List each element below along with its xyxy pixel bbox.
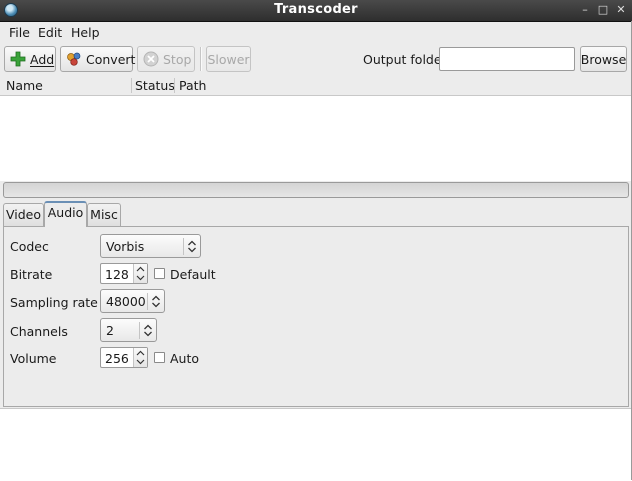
sampling-rate-label: Sampling rate bbox=[10, 295, 98, 310]
tab-video[interactable]: Video bbox=[3, 203, 44, 227]
audio-settings-panel bbox=[3, 226, 629, 407]
sampling-rate-value: 48000 bbox=[106, 294, 146, 309]
slower-button-label: Slower bbox=[207, 51, 250, 67]
maximize-icon[interactable]: □ bbox=[596, 3, 610, 17]
file-list-header: Name Status Path bbox=[0, 76, 632, 96]
codec-combobox[interactable]: Vorbis bbox=[100, 234, 201, 258]
window-title: Transcoder bbox=[274, 2, 358, 17]
menu-bar: File Edit Help bbox=[0, 22, 632, 43]
updown-arrows-icon bbox=[147, 293, 164, 310]
sampling-rate-combobox[interactable]: 48000 bbox=[100, 289, 165, 313]
bitrate-spinbox[interactable]: 128 bbox=[100, 263, 148, 284]
convert-icon bbox=[66, 51, 82, 67]
menu-help[interactable]: Help bbox=[71, 25, 100, 40]
browse-button[interactable]: Browse bbox=[580, 46, 627, 72]
convert-button-label: Convert bbox=[86, 51, 136, 67]
add-button[interactable]: Add bbox=[4, 46, 56, 72]
progress-bar bbox=[3, 182, 629, 198]
column-name[interactable]: Name bbox=[6, 78, 43, 93]
column-path[interactable]: Path bbox=[179, 78, 206, 93]
channels-value: 2 bbox=[106, 323, 114, 338]
updown-arrows-icon bbox=[183, 238, 200, 255]
convert-button[interactable]: Convert bbox=[60, 46, 136, 72]
volume-value: 256 bbox=[105, 351, 129, 366]
minimize-icon[interactable]: – bbox=[578, 3, 592, 17]
auto-checkbox[interactable] bbox=[154, 352, 165, 363]
stop-icon bbox=[143, 51, 159, 67]
channels-label: Channels bbox=[10, 324, 68, 339]
volume-spinbox[interactable]: 256 bbox=[100, 347, 148, 368]
tab-audio[interactable]: Audio bbox=[44, 201, 87, 227]
slower-button[interactable]: Slower bbox=[206, 46, 251, 72]
browse-button-label: Browse bbox=[580, 51, 627, 67]
volume-label: Volume bbox=[10, 351, 57, 366]
codec-value: Vorbis bbox=[106, 239, 145, 254]
codec-label: Codec bbox=[10, 239, 49, 254]
updown-arrows-icon bbox=[139, 322, 156, 339]
plus-icon bbox=[10, 51, 26, 67]
tab-misc[interactable]: Misc bbox=[87, 203, 121, 227]
title-bar: Transcoder – □ ✕ bbox=[0, 0, 632, 22]
menu-edit[interactable]: Edit bbox=[38, 25, 62, 40]
toolbar-separator bbox=[200, 47, 202, 71]
bitrate-value: 128 bbox=[105, 267, 129, 282]
auto-checkbox-label[interactable]: Auto bbox=[170, 351, 199, 366]
channels-combobox[interactable]: 2 bbox=[100, 318, 157, 342]
add-button-label: Add bbox=[30, 51, 55, 67]
file-list[interactable] bbox=[0, 96, 632, 181]
stop-button-label: Stop bbox=[163, 51, 192, 67]
column-status[interactable]: Status bbox=[135, 78, 175, 93]
output-folder-input[interactable] bbox=[439, 47, 575, 71]
bitrate-label: Bitrate bbox=[10, 267, 53, 282]
spin-arrows-icon[interactable] bbox=[133, 264, 147, 283]
menu-file[interactable]: File bbox=[9, 25, 30, 40]
column-divider[interactable] bbox=[174, 78, 175, 93]
default-checkbox[interactable] bbox=[154, 268, 165, 279]
log-area[interactable] bbox=[0, 408, 632, 481]
default-checkbox-label[interactable]: Default bbox=[170, 267, 216, 282]
spin-arrows-icon[interactable] bbox=[133, 348, 147, 367]
output-folder-label: Output folder bbox=[363, 52, 447, 67]
stop-button[interactable]: Stop bbox=[137, 46, 195, 72]
close-icon[interactable]: ✕ bbox=[614, 3, 628, 17]
column-divider[interactable] bbox=[131, 78, 132, 93]
